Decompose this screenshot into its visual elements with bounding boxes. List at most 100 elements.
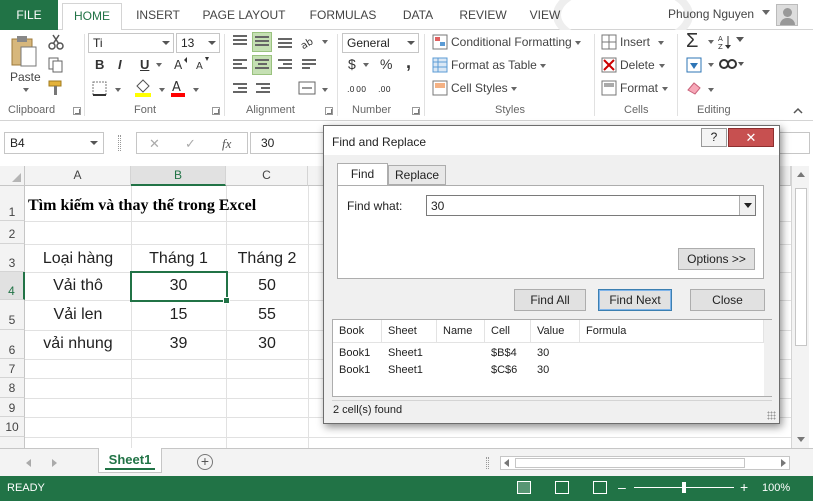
active-cell-selection[interactable] xyxy=(130,271,230,304)
chevron-down-icon[interactable] xyxy=(193,88,199,92)
tab-file[interactable]: FILE xyxy=(0,0,58,30)
tab-view[interactable]: VIEW xyxy=(526,3,564,30)
cell-a5[interactable]: Vải len xyxy=(25,306,131,324)
results-header-value[interactable]: Value xyxy=(531,320,580,343)
align-left-icon[interactable] xyxy=(233,59,247,71)
zoom-in-icon[interactable]: + xyxy=(740,479,748,495)
avatar[interactable] xyxy=(776,4,798,26)
chevron-down-icon[interactable] xyxy=(322,88,328,92)
fill-icon[interactable] xyxy=(686,57,702,73)
chevron-down-icon[interactable] xyxy=(407,41,415,45)
italic-button[interactable]: I xyxy=(118,57,122,72)
find-all-button[interactable]: Find All xyxy=(514,289,586,311)
format-button[interactable]: Format xyxy=(620,81,669,95)
results-header-name[interactable]: Name xyxy=(437,320,485,343)
chevron-down-icon[interactable] xyxy=(322,40,328,44)
scroll-up-icon[interactable] xyxy=(797,172,805,177)
column-header-c[interactable]: C xyxy=(226,166,308,186)
results-scrollbar[interactable] xyxy=(764,320,772,396)
close-icon[interactable]: ✕ xyxy=(728,128,774,147)
page-break-view-icon[interactable] xyxy=(593,481,607,494)
clear-icon[interactable] xyxy=(686,80,702,96)
cell-c5[interactable]: 55 xyxy=(226,306,308,324)
row-header-4[interactable]: 4 xyxy=(0,272,25,300)
results-header-book[interactable]: Book xyxy=(333,320,382,343)
chevron-down-icon[interactable] xyxy=(162,41,170,45)
header-cell-c3[interactable]: Tháng 2 xyxy=(226,250,308,268)
number-launcher-icon[interactable] xyxy=(412,107,420,115)
number-format-combo[interactable]: General xyxy=(342,33,419,53)
currency-button[interactable]: $ xyxy=(348,56,356,72)
conditional-formatting-icon[interactable] xyxy=(432,34,448,50)
delete-button[interactable]: Delete xyxy=(620,58,665,72)
find-next-button[interactable]: Find Next xyxy=(598,289,672,311)
chevron-down-icon[interactable] xyxy=(363,63,369,67)
chevron-down-icon[interactable] xyxy=(739,196,755,215)
chevron-down-icon[interactable] xyxy=(762,10,770,15)
column-header-b[interactable]: B xyxy=(131,166,226,186)
insert-cells-icon[interactable] xyxy=(601,34,617,50)
decrease-indent-icon[interactable] xyxy=(233,83,247,95)
clipboard-launcher-icon[interactable] xyxy=(73,107,81,115)
row-header-5[interactable]: 5 xyxy=(0,300,25,330)
name-box[interactable]: B4 xyxy=(4,132,104,154)
zoom-out-icon[interactable]: – xyxy=(618,479,626,495)
row-header-10[interactable]: 10 xyxy=(0,417,25,437)
row-header-9[interactable]: 9 xyxy=(0,398,25,417)
cut-icon[interactable] xyxy=(48,34,64,50)
scroll-thumb[interactable] xyxy=(795,188,807,346)
find-what-input[interactable]: 30 xyxy=(426,195,756,216)
scroll-thumb[interactable] xyxy=(515,458,745,468)
alignment-launcher-icon[interactable] xyxy=(325,107,333,115)
tab-find[interactable]: Find xyxy=(337,163,388,186)
scroll-left-icon[interactable] xyxy=(504,459,509,467)
chevron-down-icon[interactable] xyxy=(90,141,98,145)
cancel-icon[interactable]: ✕ xyxy=(149,136,160,152)
cell-a6[interactable]: vải nhung xyxy=(25,335,131,353)
scroll-down-icon[interactable] xyxy=(797,437,805,442)
sort-filter-icon[interactable]: AZ xyxy=(718,34,746,50)
chevron-down-icon[interactable] xyxy=(708,63,714,67)
cell-styles-icon[interactable] xyxy=(432,80,448,96)
find-select-icon[interactable] xyxy=(718,57,746,73)
align-top-icon[interactable] xyxy=(233,35,247,47)
decrease-decimal-icon[interactable]: .00 xyxy=(378,82,400,96)
conditional-formatting-button[interactable]: Conditional Formatting xyxy=(451,35,581,49)
autosum-icon[interactable]: Σ xyxy=(686,30,698,53)
font-size-combo[interactable]: 13 xyxy=(176,33,220,53)
wrap-text-icon[interactable] xyxy=(302,59,316,71)
tab-data[interactable]: DATA xyxy=(396,3,440,30)
increase-decimal-icon[interactable]: .0 00 xyxy=(347,82,369,96)
font-launcher-icon[interactable] xyxy=(212,107,220,115)
row-header-3[interactable]: 3 xyxy=(0,244,25,272)
align-right-icon[interactable] xyxy=(278,59,292,71)
format-as-table-icon[interactable] xyxy=(432,57,448,73)
help-button[interactable]: ? xyxy=(701,128,727,147)
header-cell-b3[interactable]: Tháng 1 xyxy=(131,250,226,268)
increase-indent-icon[interactable] xyxy=(256,83,270,95)
font-shrink-icon[interactable]: A xyxy=(196,57,210,71)
results-list[interactable]: Book Sheet Name Cell Value Formula Book1… xyxy=(332,319,772,397)
orientation-icon[interactable]: ab xyxy=(300,34,318,50)
resize-grip-icon[interactable] xyxy=(767,411,776,420)
row-header-1[interactable]: 1 xyxy=(0,186,25,221)
chevron-down-icon[interactable] xyxy=(159,88,165,92)
row-header-7[interactable]: 7 xyxy=(0,359,25,378)
comma-button[interactable]: , xyxy=(406,52,411,73)
fill-color-icon[interactable] xyxy=(134,78,152,98)
user-name[interactable]: Phuong Nguyen xyxy=(668,7,754,21)
results-header-cell[interactable]: Cell xyxy=(485,320,531,343)
merge-center-icon[interactable] xyxy=(298,80,318,96)
add-sheet-icon[interactable]: + xyxy=(197,454,213,470)
percent-button[interactable]: % xyxy=(380,56,392,72)
dialog-title-bar[interactable]: Find and Replace ? ✕ xyxy=(324,126,779,155)
results-header-sheet[interactable]: Sheet xyxy=(382,320,437,343)
zoom-slider-knob[interactable] xyxy=(682,482,686,493)
chevron-down-icon[interactable] xyxy=(708,88,714,92)
row-header-2[interactable]: 2 xyxy=(0,221,25,244)
prev-sheet-icon[interactable] xyxy=(26,459,31,467)
chevron-down-icon[interactable] xyxy=(208,41,216,45)
close-button[interactable]: Close xyxy=(690,289,765,311)
font-color-icon[interactable]: A xyxy=(170,78,186,98)
select-all-corner[interactable] xyxy=(0,166,25,186)
